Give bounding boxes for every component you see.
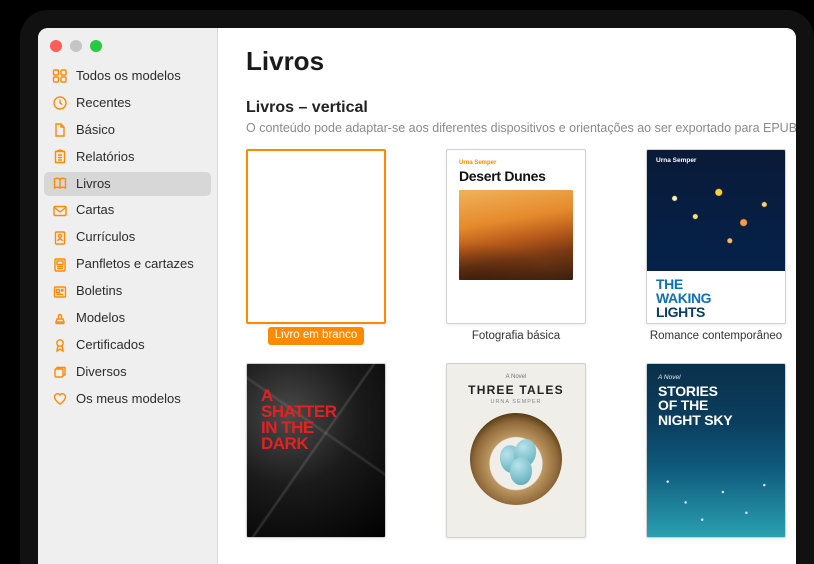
cover-art	[647, 150, 785, 271]
envelope-icon	[52, 203, 68, 219]
sidebar-item-basic[interactable]: Básico	[44, 118, 211, 143]
sidebar-item-label: Todos os modelos	[76, 68, 181, 85]
stamp-icon	[52, 310, 68, 326]
sidebar-item-flyers[interactable]: Panfletos e cartazes	[44, 252, 211, 277]
template-label: Livro em branco	[268, 327, 364, 345]
resume-icon	[52, 230, 68, 246]
sidebar-item-label: Recentes	[76, 95, 131, 112]
template-thumbnail: A Novel THREE TALES URNA SEMPER	[446, 363, 586, 538]
template-three-tales[interactable]: A Novel THREE TALES URNA SEMPER	[446, 363, 586, 538]
sidebar-item-resumes[interactable]: Currículos	[44, 225, 211, 250]
sidebar-item-reports[interactable]: Relatórios	[44, 145, 211, 170]
sidebar-item-label: Modelos	[76, 310, 125, 327]
grid-icon	[52, 68, 68, 84]
sidebar-item-label: Panfletos e cartazes	[76, 256, 194, 273]
cover-art	[459, 190, 573, 280]
sidebar-item-letters[interactable]: Cartas	[44, 198, 211, 223]
template-basic-photo[interactable]: Urna Semper Desert Dunes Fotografia bási…	[446, 149, 586, 345]
cover-title: THREE TALES	[447, 383, 585, 397]
template-thumbnail: Urna Semper THE WAKING LIGHTS	[646, 149, 786, 324]
cover-title-line: OF THE	[658, 398, 774, 413]
template-thriller[interactable]: A SHATTER IN THE DARK	[246, 363, 386, 538]
cover-title: Desert Dunes	[459, 168, 573, 184]
sidebar-list: Todos os modelos Recentes Básico	[38, 60, 217, 418]
template-label: Romance contemporâneo	[650, 330, 782, 344]
document-icon	[52, 122, 68, 138]
flyer-icon	[52, 257, 68, 273]
main-content: Livros Livros – vertical O conteúdo pode…	[218, 28, 796, 564]
cover-author: URNA SEMPER	[447, 399, 585, 405]
sidebar-item-miscellaneous[interactable]: Diversos	[44, 360, 211, 385]
sidebar-item-label: Certificados	[76, 337, 145, 354]
template-thumbnail: A SHATTER IN THE DARK	[246, 363, 386, 538]
sidebar-item-books[interactable]: Livros	[44, 172, 211, 197]
cover-title-line: THE	[656, 277, 776, 291]
stack-icon	[52, 364, 68, 380]
window: Todos os modelos Recentes Básico	[38, 28, 796, 564]
sidebar-item-newsletters[interactable]: Boletins	[44, 279, 211, 304]
template-thumbnail: A Novel STORIES OF THE NIGHT SKY	[646, 363, 786, 538]
cover-subtitle: A Novel	[447, 374, 585, 380]
cover-title-line: DARK	[261, 436, 371, 452]
cover-title: STORIES OF THE NIGHT SKY	[658, 384, 774, 428]
sidebar-item-label: Livros	[76, 176, 111, 193]
ribbon-icon	[52, 337, 68, 353]
sidebar-item-label: Os meus modelos	[76, 391, 181, 408]
cover-title-line: NIGHT SKY	[658, 413, 774, 428]
minimize-window-button[interactable]	[70, 40, 82, 52]
template-grid-row-1: Livro em branco Urna Semper Desert Dunes…	[246, 149, 796, 345]
sidebar-item-label: Diversos	[76, 364, 127, 381]
sidebar-item-recents[interactable]: Recentes	[44, 91, 211, 116]
sidebar-item-label: Boletins	[76, 283, 122, 300]
report-icon	[52, 149, 68, 165]
template-blank-book[interactable]: Livro em branco	[246, 149, 386, 345]
device-frame: Todos os modelos Recentes Básico	[20, 10, 814, 564]
template-contemporary-novel[interactable]: Urna Semper THE WAKING LIGHTS Romance co…	[646, 149, 786, 345]
window-controls	[38, 28, 217, 60]
sidebar-item-label: Cartas	[76, 202, 114, 219]
cover-subtitle: A Novel	[658, 374, 774, 381]
sidebar-item-label: Currículos	[76, 229, 135, 246]
sidebar-item-label: Relatórios	[76, 149, 135, 166]
section-title: Livros – vertical	[246, 99, 796, 117]
sidebar-item-my-templates[interactable]: Os meus modelos	[44, 387, 211, 412]
sidebar-item-certificates[interactable]: Certificados	[44, 333, 211, 358]
cover-title-line: WAKING	[656, 291, 776, 305]
sidebar-item-stationery[interactable]: Modelos	[44, 306, 211, 331]
book-icon	[52, 176, 68, 192]
template-thumbnail: Urna Semper Desert Dunes	[446, 149, 586, 324]
cover-title-line: STORIES	[658, 384, 774, 399]
template-label: Fotografia básica	[472, 330, 560, 344]
cover-title-line: LIGHTS	[656, 305, 776, 319]
template-grid-row-2: A SHATTER IN THE DARK A Novel THREE TALE…	[246, 363, 796, 538]
template-night-sky[interactable]: A Novel STORIES OF THE NIGHT SKY	[646, 363, 786, 538]
clock-icon	[52, 95, 68, 111]
cover-author: Urna Semper	[459, 160, 573, 166]
cover-author: Urna Semper	[656, 157, 696, 164]
heart-icon	[52, 391, 68, 407]
sidebar: Todos os modelos Recentes Básico	[38, 28, 218, 564]
cover-art	[470, 413, 562, 505]
close-window-button[interactable]	[50, 40, 62, 52]
cover-title: THE WAKING LIGHTS	[647, 271, 785, 323]
zoom-window-button[interactable]	[90, 40, 102, 52]
template-thumbnail	[246, 149, 386, 324]
page-title: Livros	[246, 46, 796, 77]
section-description: O conteúdo pode adaptar-se aos diferente…	[246, 121, 796, 135]
sidebar-item-all-templates[interactable]: Todos os modelos	[44, 64, 211, 89]
newsletter-icon	[52, 284, 68, 300]
sidebar-item-label: Básico	[76, 122, 115, 139]
